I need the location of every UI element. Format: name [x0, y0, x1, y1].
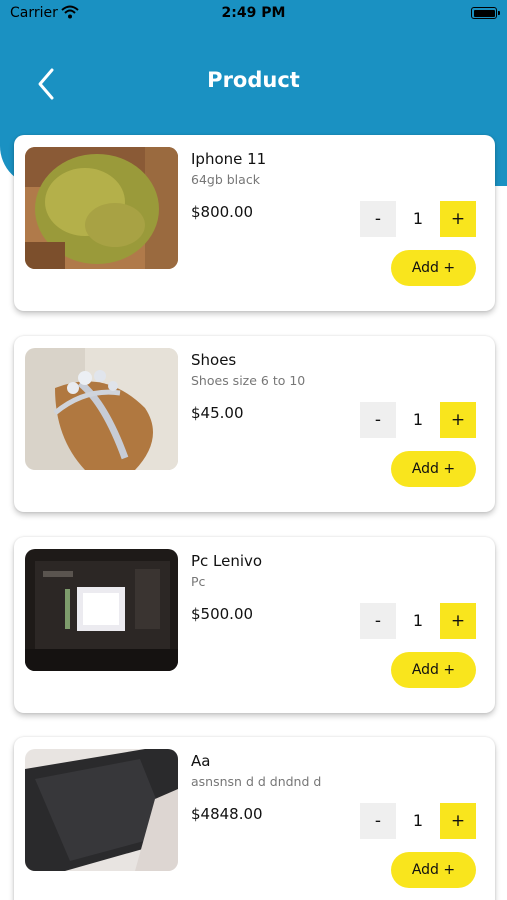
product-name: Aa — [191, 752, 211, 770]
add-to-cart-button[interactable]: Add + — [391, 451, 476, 487]
battery-icon — [471, 7, 500, 19]
product-card: Iphone 11 64gb black $800.00 - 1 + Add + — [14, 135, 495, 311]
product-image — [25, 549, 178, 671]
increase-quantity-button[interactable]: + — [440, 803, 476, 839]
product-name: Shoes — [191, 351, 237, 369]
increase-quantity-button[interactable]: + — [440, 603, 476, 639]
product-price: $4848.00 — [191, 805, 263, 823]
decrease-quantity-button[interactable]: - — [360, 803, 396, 839]
decrease-quantity-button[interactable]: - — [360, 201, 396, 237]
quantity-value: 1 — [412, 209, 424, 228]
product-image — [25, 749, 178, 871]
increase-quantity-button[interactable]: + — [440, 402, 476, 438]
quantity-value: 1 — [412, 811, 424, 830]
product-card: Shoes Shoes size 6 to 10 $45.00 - 1 + Ad… — [14, 336, 495, 512]
product-name: Iphone 11 — [191, 150, 267, 168]
add-to-cart-button[interactable]: Add + — [391, 852, 476, 888]
product-price: $45.00 — [191, 404, 244, 422]
product-card: Aa asnsnsn d d dndnd d $4848.00 - 1 + Ad… — [14, 737, 495, 900]
increase-quantity-button[interactable]: + — [440, 201, 476, 237]
product-price: $800.00 — [191, 203, 254, 221]
add-to-cart-button[interactable]: Add + — [391, 250, 476, 286]
page-title: Product — [207, 68, 300, 92]
product-image — [25, 348, 178, 470]
product-description: Shoes size 6 to 10 — [191, 373, 306, 388]
product-image — [25, 147, 178, 269]
product-description: Pc — [191, 574, 206, 589]
decrease-quantity-button[interactable]: - — [360, 402, 396, 438]
add-to-cart-button[interactable]: Add + — [391, 652, 476, 688]
product-card: Pc Lenivo Pc $500.00 - 1 + Add + — [14, 537, 495, 713]
product-description: asnsnsn d d dndnd d — [191, 774, 322, 789]
product-name: Pc Lenivo — [191, 552, 263, 570]
product-description: 64gb black — [191, 172, 260, 187]
status-bar: Carrier 2:49 PM — [0, 0, 507, 26]
status-time: 2:49 PM — [221, 5, 286, 21]
quantity-value: 1 — [412, 611, 424, 630]
product-price: $500.00 — [191, 605, 254, 623]
decrease-quantity-button[interactable]: - — [360, 603, 396, 639]
quantity-value: 1 — [412, 410, 424, 429]
